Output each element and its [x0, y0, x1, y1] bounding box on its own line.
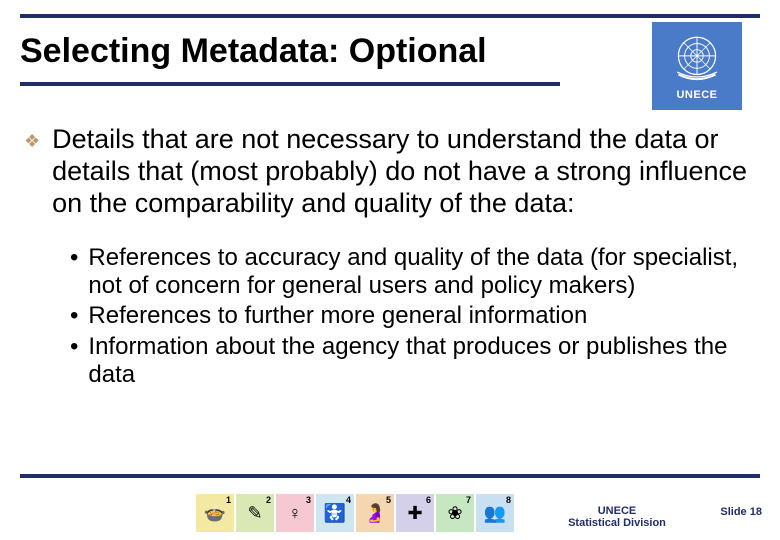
- sub-bullet-list: • References to accuracy and quality of …: [70, 244, 756, 390]
- mdg-number: 7: [466, 495, 471, 505]
- top-rule: [20, 14, 760, 18]
- sub-bullet-text: References to accuracy and quality of th…: [88, 244, 756, 301]
- mdg-icon-3: 3 ♀: [276, 494, 314, 532]
- sub-bullet: • Information about the agency that prod…: [70, 333, 756, 390]
- sub-bullet-text: Information about the agency that produc…: [88, 333, 756, 390]
- slide: Selecting Metadata: Optional UNECE ❖ Det…: [0, 0, 780, 540]
- mdg-number: 1: [226, 495, 231, 505]
- slide-title: Selecting Metadata: Optional: [20, 32, 487, 71]
- main-bullet: ❖ Details that are not necessary to unde…: [24, 124, 756, 220]
- mdg-icon-4: 4 🚼: [316, 494, 354, 532]
- footer-org: UNECE Statistical Division: [552, 505, 682, 530]
- main-bullet-text: Details that are not necessary to unders…: [52, 124, 756, 220]
- mdg-number: 3: [306, 495, 311, 505]
- mdg-glyph-icon: ❀: [447, 503, 462, 524]
- logo-label: UNECE: [676, 89, 717, 101]
- mdg-number: 2: [266, 495, 271, 505]
- footer-org-line2: Statistical Division: [552, 517, 682, 530]
- mdg-icon-6: 6 ✚: [396, 494, 434, 532]
- mdg-number: 4: [346, 495, 351, 505]
- mdg-glyph-icon: ✎: [247, 503, 262, 524]
- mdg-icon-7: 7 ❀: [436, 494, 474, 532]
- mdg-number: 5: [386, 495, 391, 505]
- mdg-icon-8: 8 👥: [476, 494, 514, 532]
- sub-bullet: • References to further more general inf…: [70, 302, 756, 330]
- mdg-icon-5: 5 🤰: [356, 494, 394, 532]
- slide-label: Slide: [720, 506, 746, 518]
- mdg-glyph-icon: 🚼: [324, 503, 346, 524]
- mdg-glyph-icon: 👥: [484, 503, 506, 524]
- slide-number-value: 18: [750, 506, 762, 518]
- mdg-icon-2: 2 ✎: [236, 494, 274, 532]
- mdg-glyph-icon: 🍲: [204, 503, 226, 524]
- sub-bullet: • References to accuracy and quality of …: [70, 244, 756, 301]
- bullet-dot-icon: •: [70, 302, 78, 330]
- mdg-icon-strip: 1 🍲 2 ✎ 3 ♀ 4 🚼 5 🤰 6 ✚ 7 ❀ 8 👥: [196, 494, 514, 532]
- mdg-glyph-icon: ✚: [407, 503, 422, 524]
- un-emblem-icon: [666, 31, 728, 87]
- bullet-dot-icon: •: [70, 333, 78, 390]
- mdg-glyph-icon: ♀: [288, 503, 302, 524]
- diamond-bullet-icon: ❖: [24, 131, 40, 152]
- mdg-number: 6: [426, 495, 431, 505]
- title-rule: [20, 82, 560, 86]
- footer-org-line1: UNECE: [552, 505, 682, 518]
- mdg-number: 8: [506, 495, 511, 505]
- content-area: ❖ Details that are not necessary to unde…: [24, 124, 756, 391]
- unece-logo: UNECE: [652, 22, 742, 110]
- footer-rule: [20, 474, 760, 478]
- slide-number: Slide 18: [720, 506, 762, 518]
- sub-bullet-text: References to further more general infor…: [88, 302, 756, 330]
- mdg-icon-1: 1 🍲: [196, 494, 234, 532]
- bullet-dot-icon: •: [70, 244, 78, 301]
- mdg-glyph-icon: 🤰: [364, 503, 386, 524]
